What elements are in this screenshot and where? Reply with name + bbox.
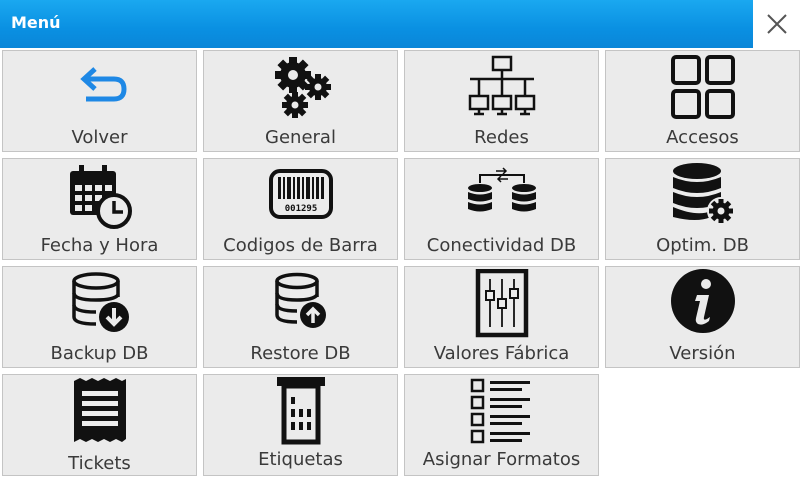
asignar-formatos-label: Asignar Formatos — [422, 449, 581, 470]
barcode-number: 001295 — [284, 204, 317, 214]
codigos-barra-label: Codigos de Barra — [223, 235, 378, 256]
general-button[interactable]: General — [203, 50, 398, 152]
redes-button[interactable]: Redes — [404, 50, 599, 152]
title-bar: Menú — [0, 0, 753, 48]
valores-fabrica-button[interactable]: Valores Fábrica — [404, 266, 599, 368]
database-download-icon — [71, 272, 129, 332]
database-upload-icon — [274, 272, 326, 328]
fecha-hora-label: Fecha y Hora — [40, 235, 159, 256]
version-button[interactable]: Versión — [605, 266, 800, 368]
optim-db-button[interactable]: Optim. DB — [605, 158, 800, 260]
backup-db-button[interactable]: Backup DB — [2, 266, 197, 368]
close-button[interactable] — [753, 0, 801, 48]
fecha-hora-button[interactable]: Fecha y Hora — [2, 158, 197, 260]
database-settings-icon — [672, 163, 735, 225]
calendar-clock-icon — [69, 165, 132, 229]
etiquetas-button[interactable]: Etiquetas — [203, 374, 398, 476]
info-icon — [670, 269, 735, 333]
optim-db-label: Optim. DB — [656, 235, 749, 256]
barcode-icon: 001295 — [268, 169, 333, 219]
database-sync-icon — [467, 167, 536, 212]
accesos-label: Accesos — [666, 127, 739, 148]
backup-db-label: Backup DB — [50, 343, 149, 364]
grid-icon — [670, 55, 735, 119]
label-printer-icon — [276, 377, 325, 445]
codigos-barra-button[interactable]: 001295 Codigos de Barra — [203, 158, 398, 260]
gears-icon — [274, 57, 331, 118]
receipt-icon — [73, 378, 126, 442]
volver-label: Volver — [71, 127, 128, 148]
restore-db-button[interactable]: Restore DB — [203, 266, 398, 368]
restore-db-label: Restore DB — [250, 343, 351, 364]
tickets-button[interactable]: Tickets — [2, 374, 197, 476]
conectividad-db-button[interactable]: Conectividad DB — [404, 158, 599, 260]
conectividad-db-label: Conectividad DB — [426, 235, 577, 256]
menu-title: Menú — [11, 13, 61, 32]
valores-fabrica-label: Valores Fábrica — [433, 343, 570, 364]
close-icon — [767, 14, 787, 34]
network-icon — [468, 55, 535, 116]
asignar-formatos-button[interactable]: Asignar Formatos — [404, 374, 599, 476]
tickets-label: Tickets — [68, 453, 131, 474]
checklist-icon — [470, 378, 530, 444]
general-label: General — [265, 127, 336, 148]
volver-button[interactable]: Volver — [2, 50, 197, 152]
redes-label: Redes — [474, 127, 529, 148]
accesos-button[interactable]: Accesos — [605, 50, 800, 152]
back-arrow-icon — [79, 67, 127, 102]
sliders-icon — [475, 269, 528, 338]
etiquetas-label: Etiquetas — [258, 449, 343, 470]
version-label: Versión — [669, 343, 736, 364]
